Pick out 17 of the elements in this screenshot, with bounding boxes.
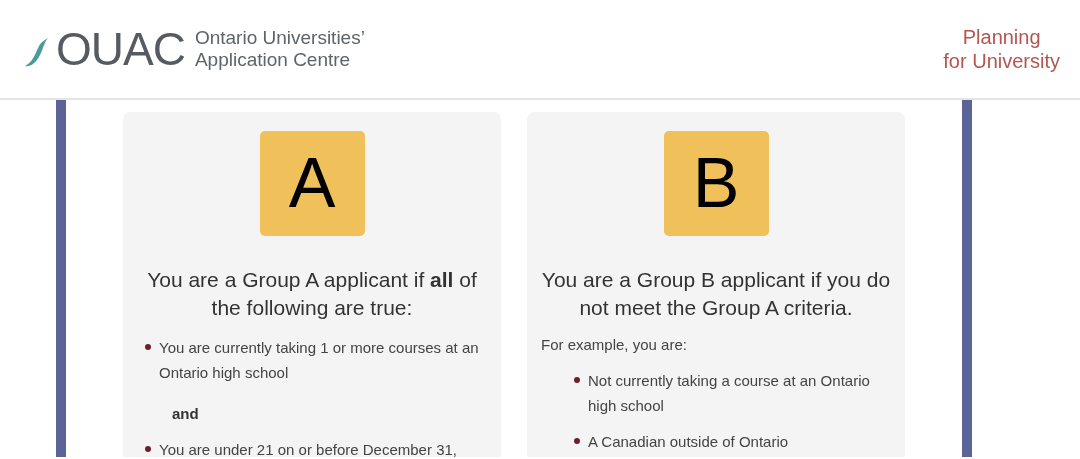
- group-letter-badge: B: [663, 131, 769, 236]
- group-letter-badge: A: [259, 131, 365, 236]
- logo-text: OUAC: [56, 26, 185, 72]
- list-item-text: Not currently taking a course at an Ontario high school: [588, 371, 871, 416]
- bullet-icon: [145, 446, 151, 452]
- list-item-text: You are under 21 on or before December 31,: [159, 440, 457, 457]
- list-item-text: You are currently taking 1 or more courses at an Ontario high school: [159, 338, 480, 383]
- list-item-text: A Canadian outside of Ontario: [588, 432, 789, 452]
- organization-name: Ontario Universities’ Application Centre: [194, 27, 365, 71]
- card-heading: You are a Group B applicant if you do not meet the Group A criteria.: [541, 267, 891, 321]
- intro-text: For example, you are:: [541, 335, 687, 355]
- card-heading: You are a Group A applicant if all of the following are true:: [146, 267, 478, 321]
- bullet-icon: [574, 377, 580, 383]
- conjunction-text: and: [172, 404, 199, 424]
- tagline-link[interactable]: Planning for University: [943, 25, 1060, 73]
- bullet-icon: [574, 438, 580, 444]
- bullet-icon: [145, 344, 151, 350]
